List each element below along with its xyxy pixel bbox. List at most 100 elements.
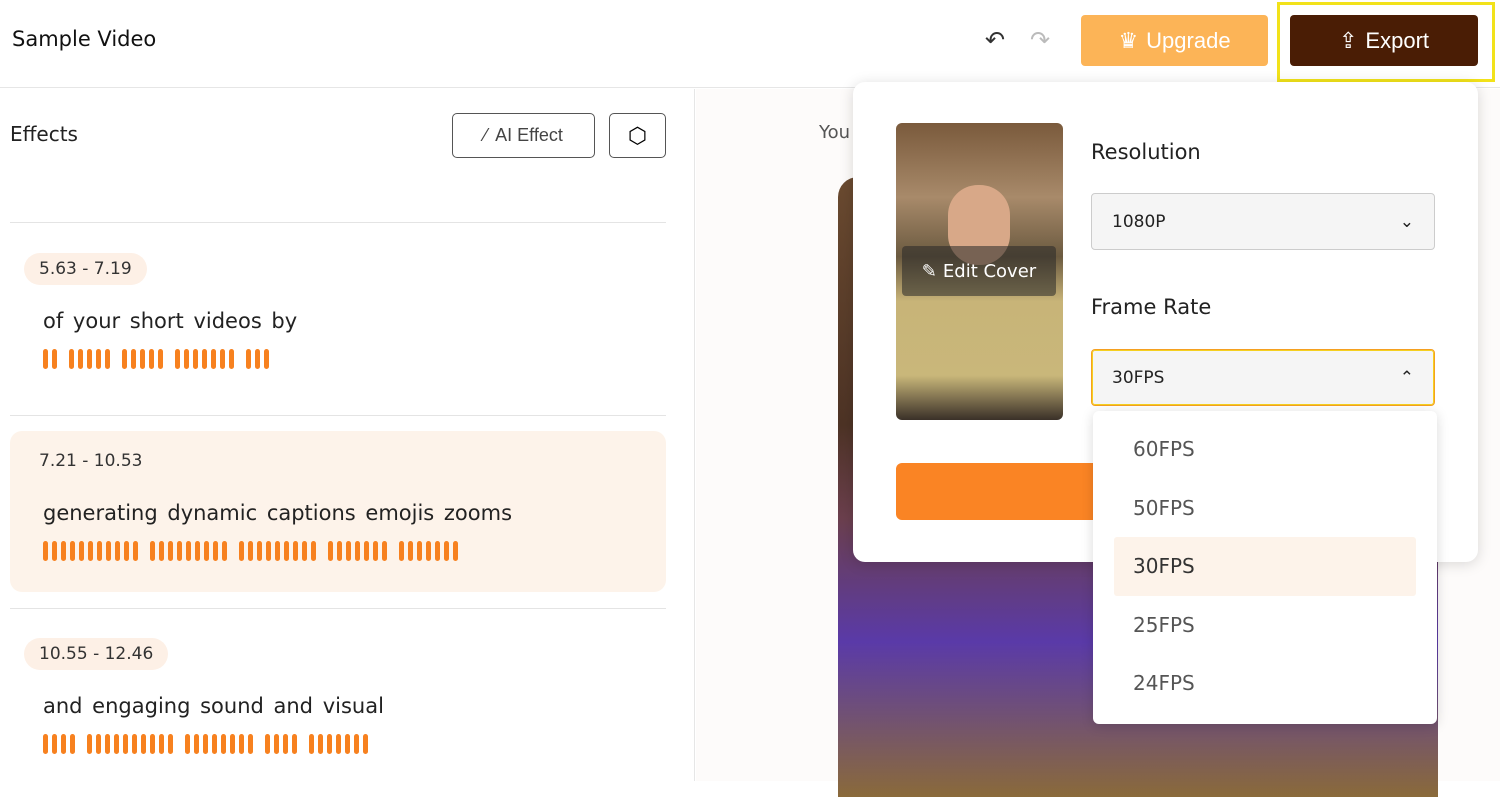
- waveform-bar: [264, 349, 269, 369]
- waveform-word: [175, 349, 234, 369]
- waveform-word: [43, 349, 57, 369]
- waveform-bar: [195, 541, 200, 561]
- waveform-bar: [175, 349, 180, 369]
- waveform-bar: [435, 541, 440, 561]
- project-title: Sample Video: [12, 27, 157, 51]
- waveform-bar: [408, 541, 413, 561]
- frame-rate-dropdown: 60FPS 50FPS 30FPS 25FPS 24FPS: [1093, 411, 1437, 724]
- option-50fps[interactable]: 50FPS: [1114, 479, 1416, 538]
- waveform-bar: [239, 541, 244, 561]
- waveform-word: [150, 541, 227, 561]
- segment-0[interactable]: 5.63 - 7.19 of your short videos by: [10, 239, 666, 409]
- waveform-bar: [309, 734, 314, 754]
- upgrade-button[interactable]: ♛ Upgrade: [1081, 15, 1268, 66]
- segment-1[interactable]: 7.21 - 10.53 generating dynamic captions…: [10, 431, 666, 592]
- undo-icon[interactable]: ↶: [985, 26, 1005, 54]
- waveform-bar: [248, 734, 253, 754]
- waveform-bar: [105, 349, 110, 369]
- redo-icon[interactable]: ↷: [1030, 26, 1050, 54]
- waveform-word: [309, 734, 368, 754]
- waveform-bar: [346, 541, 351, 561]
- segment-time: 7.21 - 10.53: [39, 451, 143, 471]
- waveform-bar: [87, 349, 92, 369]
- waveform-bar: [43, 734, 48, 754]
- waveform-bar: [203, 734, 208, 754]
- waveform-bar: [70, 541, 75, 561]
- waveform-bar: [355, 541, 360, 561]
- effects-title: Effects: [10, 122, 78, 146]
- waveform-word: [69, 349, 110, 369]
- waveform-word: [122, 349, 163, 369]
- waveform-word: [239, 541, 316, 561]
- hexagon-icon: ⬡: [627, 122, 648, 148]
- waveform-bar: [230, 734, 235, 754]
- waveform-bar: [328, 541, 333, 561]
- resolution-label: Resolution: [1091, 140, 1201, 164]
- waveform-bar: [426, 541, 431, 561]
- waveform-bar: [150, 541, 155, 561]
- waveform-bar: [52, 541, 57, 561]
- waveform-bar: [202, 349, 207, 369]
- upgrade-label: Upgrade: [1146, 27, 1231, 53]
- waveform-bar: [43, 349, 48, 369]
- waveform-bar: [185, 734, 190, 754]
- edit-icon: ✎: [921, 260, 937, 282]
- segment-text: generating dynamic captions emojis zooms: [43, 501, 513, 525]
- waveform-bar: [105, 734, 110, 754]
- waveform-bar: [318, 734, 323, 754]
- waveform-bar: [265, 734, 270, 754]
- segment-time: 10.55 - 12.46: [24, 638, 169, 670]
- waveform-bar: [311, 541, 316, 561]
- effects-panel: Effects ⁄ AI Effect ⬡ 5.63 - 7.19 of your…: [0, 89, 695, 781]
- waveform-bar: [87, 734, 92, 754]
- share-icon: ⇪: [1338, 27, 1358, 53]
- option-60fps[interactable]: 60FPS: [1114, 420, 1416, 479]
- segment-2[interactable]: 10.55 - 12.46 and engaging sound and vis…: [10, 624, 666, 784]
- waveform-bar: [212, 734, 217, 754]
- waveform-bar: [122, 349, 127, 369]
- waveform-bar: [336, 734, 341, 754]
- waveform-bar: [293, 541, 298, 561]
- option-25fps[interactable]: 25FPS: [1114, 596, 1416, 655]
- waveform-word: [246, 349, 269, 369]
- crown-icon: ♛: [1118, 27, 1139, 53]
- edit-cover-label: Edit Cover: [942, 260, 1037, 282]
- option-30fps[interactable]: 30FPS: [1114, 537, 1416, 596]
- waveform-bar: [133, 541, 138, 561]
- waveform-bar: [266, 541, 271, 561]
- waveform-bar: [52, 349, 57, 369]
- waveform-bar: [337, 541, 342, 561]
- waveform-bar: [373, 541, 378, 561]
- ai-effect-button[interactable]: ⁄ AI Effect: [452, 113, 595, 158]
- waveform-bar: [257, 541, 262, 561]
- waveform-bar: [177, 541, 182, 561]
- waveform-bar: [168, 541, 173, 561]
- cover-thumbnail[interactable]: ✎ Edit Cover: [896, 123, 1063, 420]
- waveform-bar: [96, 734, 101, 754]
- waveform-bar: [364, 541, 369, 561]
- edit-cover-button[interactable]: ✎ Edit Cover: [902, 246, 1056, 296]
- segment-time: 5.63 - 7.19: [24, 253, 147, 285]
- waveform-word: [328, 541, 387, 561]
- waveform-bar: [354, 734, 359, 754]
- waveform-bar: [132, 734, 137, 754]
- divider: [10, 415, 666, 416]
- frame-rate-label: Frame Rate: [1091, 295, 1212, 319]
- waveform-word: [265, 734, 297, 754]
- export-button[interactable]: ⇪ Export: [1290, 15, 1478, 66]
- waveform-bar: [43, 541, 48, 561]
- waveform-bar: [96, 349, 101, 369]
- frame-rate-select[interactable]: 30FPS ⌃: [1091, 349, 1435, 406]
- waveform-bar: [204, 541, 209, 561]
- waveform-bar: [149, 349, 154, 369]
- settings-button[interactable]: ⬡: [609, 113, 666, 158]
- resolution-value: 1080P: [1112, 211, 1166, 232]
- waveform-word: [87, 734, 173, 754]
- waveform-bar: [159, 734, 164, 754]
- waveform-bar: [211, 349, 216, 369]
- waveform-bar: [275, 541, 280, 561]
- waveform-bar: [363, 734, 368, 754]
- frame-rate-value: 30FPS: [1112, 367, 1165, 388]
- resolution-select[interactable]: 1080P ⌄: [1091, 193, 1435, 250]
- option-24fps[interactable]: 24FPS: [1114, 654, 1416, 713]
